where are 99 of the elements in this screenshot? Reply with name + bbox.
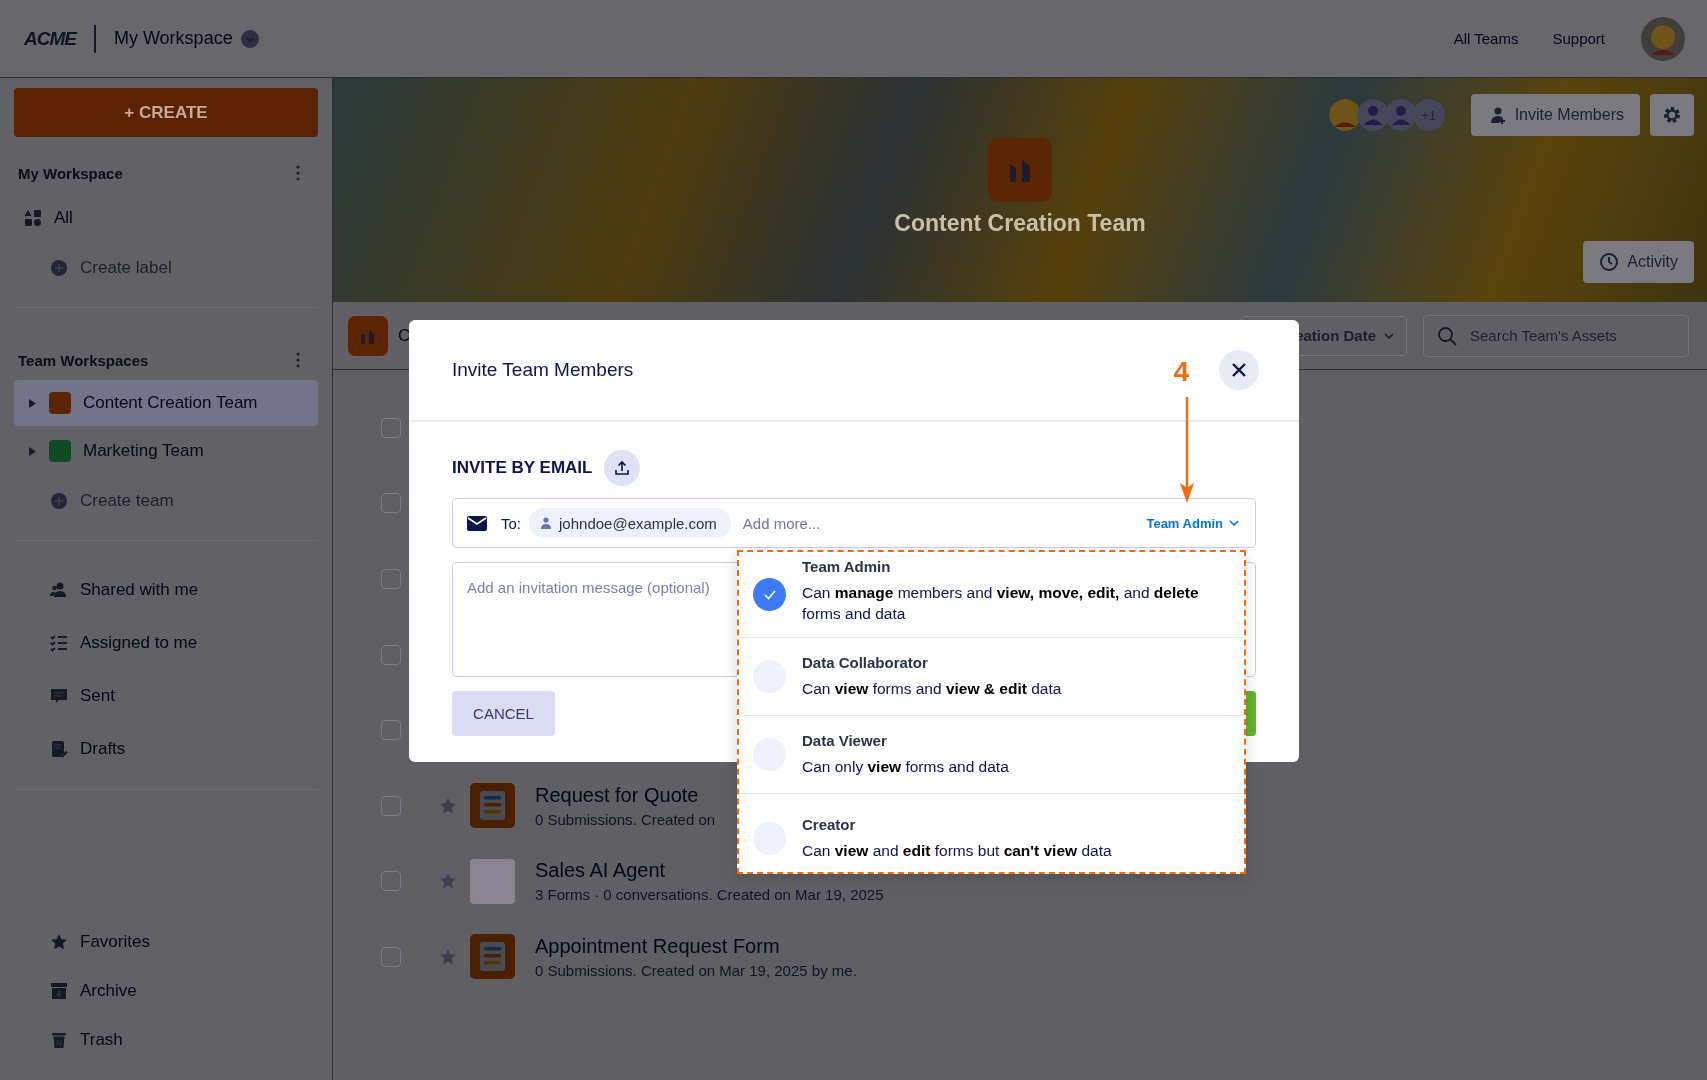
photo-placeholder (470, 858, 515, 904)
role-name: Team Admin (802, 558, 892, 575)
check-icon (763, 589, 776, 600)
invite-members-button[interactable]: Invite Members (1470, 94, 1640, 136)
archive-icon (50, 981, 68, 1000)
email-chip[interactable]: johndoe@example.com (529, 508, 731, 538)
role-option[interactable]: Team Admin Can manage members and view, move, edit, and delete forms and data (739, 552, 1244, 638)
caret-icon[interactable] (28, 446, 37, 456)
chevron-down-icon (1229, 520, 1239, 526)
upload-button[interactable] (604, 450, 641, 486)
plus-circle-icon (50, 492, 68, 510)
star-icon[interactable] (439, 796, 457, 815)
section-title: Team Workspaces (18, 351, 149, 369)
team-item[interactable]: Content Creation Team (14, 380, 318, 426)
star-icon (50, 932, 68, 951)
shapes-icon (24, 209, 42, 227)
row-checkbox[interactable] (381, 493, 401, 514)
close-button[interactable] (1219, 350, 1259, 390)
create-label-link[interactable]: Create label (14, 243, 318, 293)
row-checkbox[interactable] (381, 720, 401, 741)
form-icon (470, 783, 515, 829)
sidebar-item[interactable]: All (14, 193, 318, 243)
row-checkbox[interactable] (381, 569, 401, 589)
settings-button[interactable] (1650, 94, 1694, 136)
logo[interactable]: ACME (24, 27, 76, 50)
to-label: To: (501, 514, 521, 532)
trash-icon (50, 1030, 68, 1049)
nav-link[interactable]: Support (1552, 30, 1605, 47)
role-name: Data Collaborator (802, 654, 929, 671)
sidebar-item[interactable]: Sent (14, 669, 318, 722)
create-button[interactable]: + CREATE (14, 88, 318, 137)
row-checkbox[interactable] (381, 644, 401, 665)
cancel-button[interactable]: CANCEL (452, 691, 555, 736)
more-icon[interactable] (296, 352, 300, 368)
team-title: Content Creation Team (894, 210, 1146, 237)
sidebar-item[interactable]: Archive (14, 966, 318, 1015)
role-option[interactable]: Creator Can view and edit forms but can't view data (739, 794, 1244, 872)
nav-link[interactable]: All Teams (1453, 30, 1519, 47)
activity-button[interactable]: Activity (1583, 241, 1694, 283)
search-icon (1437, 325, 1457, 346)
chevron-down-icon (1384, 332, 1394, 339)
plus-circle-icon (50, 259, 68, 277)
chevron-down-icon[interactable] (240, 29, 259, 48)
mail-icon (467, 515, 487, 531)
user-icon (541, 517, 551, 529)
role-description: Can manage members and view, move, edit, and delete forms and data (802, 583, 1200, 624)
close-icon (1232, 363, 1246, 377)
settings-icon (1662, 105, 1682, 125)
sidebar-item[interactable]: Assigned to me (14, 616, 318, 669)
asset-title[interactable]: Request for Quote (535, 783, 716, 807)
star-icon[interactable] (439, 872, 457, 891)
team-logo-icon (988, 138, 1052, 202)
asset-title[interactable]: Appointment Request Form (535, 934, 857, 958)
role-description: Can view and edit forms but can't view data (802, 840, 1112, 861)
more-icon[interactable] (296, 165, 300, 181)
role-dropdown[interactable]: Team Admin (1146, 515, 1239, 531)
asset-meta: 3 Forms · 0 conversations. Created on Mar 19, 2025 (535, 886, 884, 904)
asset-meta: 0 Submissions. Created on Mar 19, 2025 by me. (535, 961, 857, 979)
row-checkbox[interactable] (381, 946, 401, 967)
team-item[interactable]: Marketing Team (14, 428, 318, 474)
row-checkbox[interactable] (381, 795, 401, 816)
sidebar-item[interactable]: Drafts (14, 722, 318, 775)
sidebar-item[interactable]: Favorites (14, 917, 318, 966)
create-team-link[interactable]: Create team (14, 476, 318, 526)
row-checkbox[interactable] (381, 871, 401, 892)
sidebar-item[interactable]: Shared with me (14, 563, 318, 616)
step-number: 4 (1173, 356, 1189, 388)
sidebar-item[interactable]: Trash (14, 1015, 318, 1064)
role-name: Creator (802, 815, 857, 833)
caret-icon[interactable] (28, 398, 37, 408)
search-field[interactable]: Search Team's Assets (1423, 314, 1689, 357)
role-option[interactable]: Data Viewer Can only view forms and data (739, 716, 1244, 794)
draft-icon (50, 739, 68, 758)
message-icon (50, 686, 68, 705)
radio-button[interactable] (753, 578, 786, 611)
add-more-input[interactable]: Add more... (740, 513, 1147, 533)
role-name: Data Viewer (802, 732, 888, 749)
form-icon (470, 934, 515, 980)
dialog-title: Invite Team Members (452, 359, 635, 381)
team-logo-icon (348, 315, 388, 356)
row-checkbox[interactable] (381, 417, 401, 438)
checklist-icon (50, 633, 68, 652)
avatar-icon[interactable] (1641, 16, 1685, 61)
recipients-field[interactable]: To: johndoe@example.com Add more... Team Admin (452, 498, 1256, 548)
role-option[interactable]: Data Collaborator Can view forms and view & edit data (739, 638, 1244, 716)
section-title: INVITE BY EMAIL (452, 458, 593, 478)
breadcrumb[interactable]: C (398, 325, 411, 346)
asset-meta: 0 Submissions. Created on (535, 810, 716, 828)
section-title: My Workspace (18, 164, 123, 182)
user-icon (1384, 99, 1417, 131)
history-icon (1599, 252, 1620, 272)
avatar-icon (1328, 99, 1361, 131)
role-description: Can view forms and view & edit data (802, 679, 1062, 699)
user-icon (1356, 99, 1389, 131)
workspace-switcher[interactable]: My Workspace (113, 28, 233, 49)
star-icon[interactable] (439, 947, 457, 966)
users-icon (50, 580, 68, 599)
role-description: Can only view forms and data (802, 757, 1009, 777)
upload-icon (614, 460, 631, 476)
